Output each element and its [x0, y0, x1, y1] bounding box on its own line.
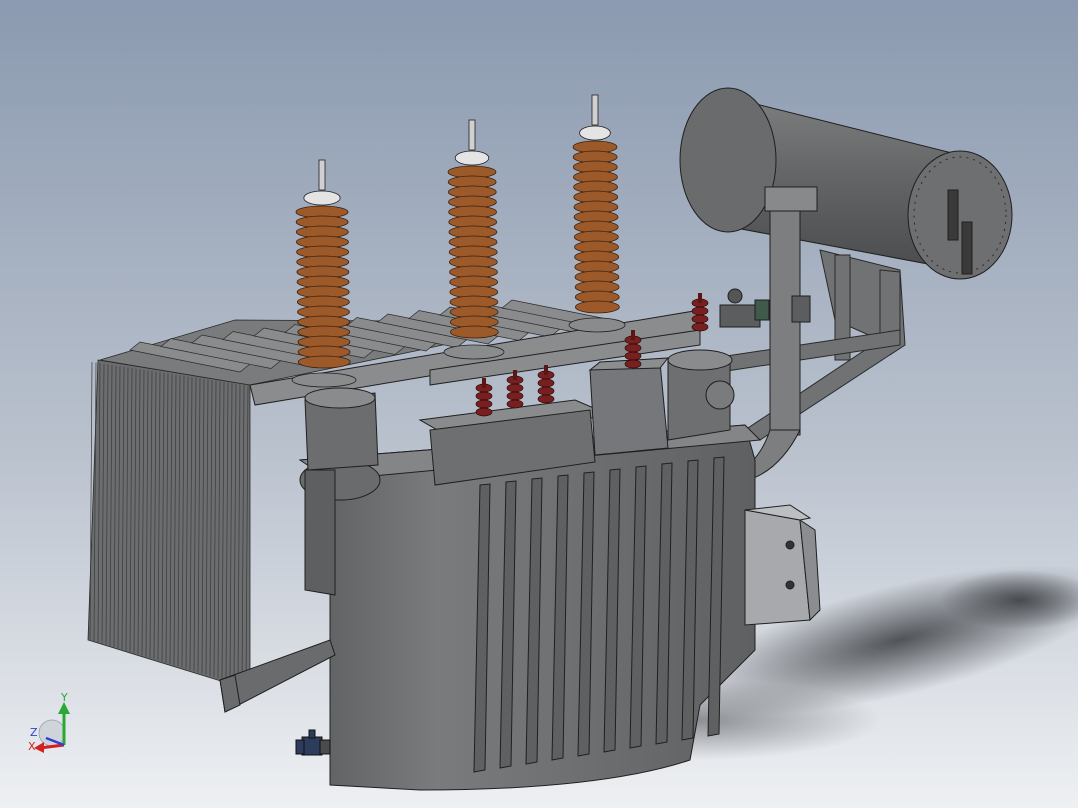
- bushing-terminal: [318, 159, 326, 191]
- lv-bushing-shed: [691, 314, 709, 324]
- y-axis-label: Y: [60, 691, 68, 704]
- lv-bushing-shed: [506, 399, 524, 409]
- cad-viewport[interactable]: Y Z X: [0, 0, 1078, 808]
- lv-bushing-shed: [506, 391, 524, 401]
- lv-bushing-shed: [624, 359, 642, 369]
- lv-bushing-shed: [475, 407, 493, 417]
- lv-bushing-shed: [475, 399, 493, 409]
- insulator-shed: [575, 300, 620, 314]
- lv-bushing-shed: [537, 394, 555, 404]
- transformer-3d-model[interactable]: Y Z X: [0, 0, 1078, 808]
- lv-bushing-shed: [537, 386, 555, 396]
- lv-bushing-stud: [513, 370, 517, 380]
- lv-bushing-shed: [506, 383, 524, 393]
- z-axis-label: Z: [30, 726, 38, 739]
- lv-bushing-stud: [698, 293, 702, 303]
- bushing-cap: [454, 150, 490, 166]
- insulator-shed: [449, 325, 499, 339]
- bushing-terminal: [591, 94, 599, 126]
- lv-bushing-shed: [624, 343, 642, 353]
- lv-bushing-stud: [631, 330, 635, 340]
- bushing-flange: [443, 344, 505, 360]
- lv-bushing-shed: [691, 322, 709, 332]
- bushing-cap: [303, 190, 341, 206]
- lv-bushing-stud: [544, 365, 548, 375]
- main-tank: [298, 424, 762, 791]
- bushing-flange: [568, 317, 626, 333]
- bushing-terminal: [468, 119, 476, 151]
- bushing-flange: [291, 372, 357, 388]
- lv-bushing-shed: [624, 351, 642, 361]
- lv-bushing-shed: [537, 378, 555, 388]
- x-axis-label: X: [28, 740, 36, 753]
- lv-bushing-shed: [691, 306, 709, 316]
- lv-bushing-shed: [475, 391, 493, 401]
- insulator-shed: [297, 355, 351, 369]
- lv-bushing-stud: [482, 378, 486, 388]
- bushing-cap: [579, 125, 611, 141]
